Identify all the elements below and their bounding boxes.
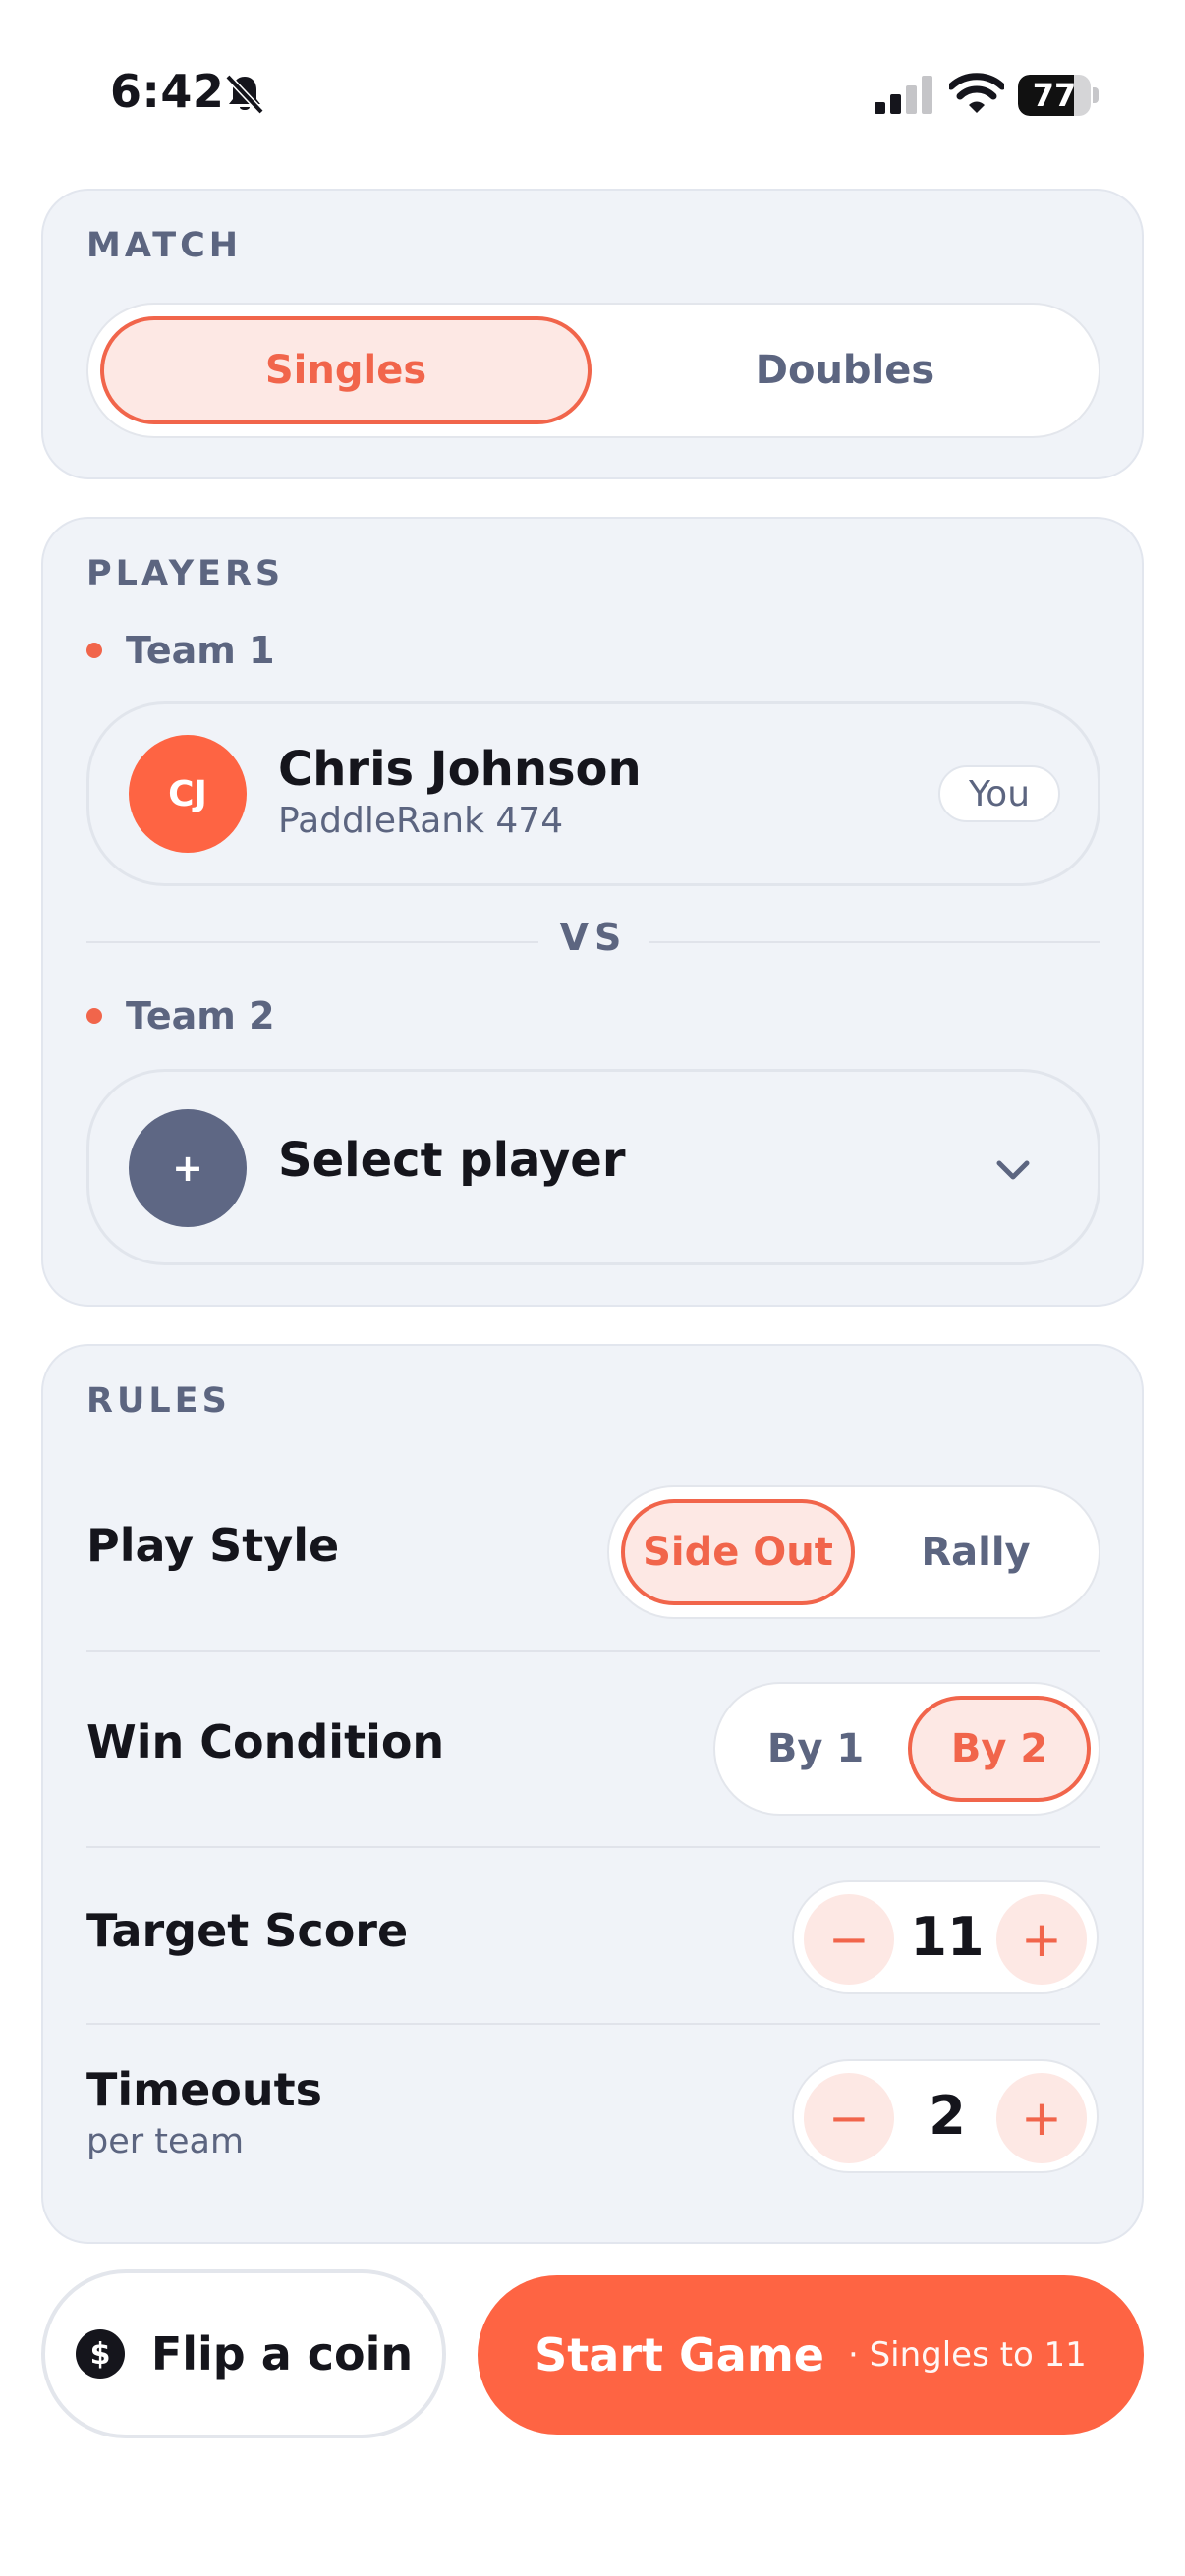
vs-label: VS [559,916,628,959]
match-section-label: MATCH [86,226,243,265]
play-style-toggle: Side Out Rally [607,1485,1100,1619]
avatar: CJ [129,735,247,853]
add-player-icon: + [129,1109,247,1227]
coin-icon: $ [75,2329,125,2379]
target-score-increment-button[interactable]: + [996,1894,1087,1985]
play-style-label: Play Style [86,1519,340,1572]
target-score-stepper: − 11 + [792,1880,1099,1994]
win-condition-label: Win Condition [86,1715,445,1768]
players-section-label: PLAYERS [86,554,285,593]
side-out-option[interactable]: Side Out [621,1499,855,1605]
by-1-option[interactable]: By 1 [725,1696,906,1802]
rules-divider [86,1650,1100,1652]
doubles-option[interactable]: Doubles [599,316,1091,424]
rules-card: RULES Play Style Side Out Rally Win Cond… [41,1344,1144,2244]
timeouts-label: Timeouts [86,2063,322,2116]
wifi-icon [949,73,1004,113]
bell-slash-icon [225,74,264,115]
chevron-down-icon [996,1160,1030,1180]
timeouts-value: 2 [929,2085,966,2147]
target-score-label: Target Score [86,1904,409,1957]
team1-label-text: Team 1 [126,629,275,672]
vs-divider: VS [86,916,1100,965]
timeouts-stepper: − 2 + [792,2059,1099,2173]
match-card: MATCH Singles Doubles [41,189,1144,479]
cellular-signal-icon [875,76,932,114]
singles-option[interactable]: Singles [100,316,592,424]
team2-label-text: Team 2 [126,994,275,1037]
select-player-dropdown[interactable]: + Select player [86,1069,1100,1265]
rally-option[interactable]: Rally [861,1499,1091,1605]
team1-player-row[interactable]: CJ Chris Johnson PaddleRank 474 You [86,701,1100,886]
status-bar: 6:42 77 [0,0,1185,187]
you-badge: You [938,765,1060,822]
start-game-label: Start Game [535,2328,824,2381]
flip-coin-label: Flip a coin [150,2327,414,2380]
timeouts-increment-button[interactable]: + [996,2073,1087,2163]
avatar-initials: CJ [168,773,207,814]
team2-label: Team 2 [86,994,275,1037]
team1-dot [86,643,102,658]
timeouts-decrement-button[interactable]: − [804,2073,894,2163]
target-score-decrement-button[interactable]: − [804,1894,894,1985]
start-game-button[interactable]: Start Game · Singles to 11 [478,2275,1144,2435]
player-rank: PaddleRank 474 [278,801,564,841]
win-condition-toggle: By 1 By 2 [713,1682,1100,1816]
status-time: 6:42 [110,65,225,118]
battery-level: 77 [1032,77,1077,114]
timeouts-sublabel: per team [86,2122,245,2161]
target-score-value: 11 [910,1906,985,1968]
battery-icon: 77 [1018,75,1099,116]
by-2-option[interactable]: By 2 [908,1696,1091,1802]
svg-text:$: $ [89,2337,110,2372]
team2-dot [86,1008,102,1024]
start-game-detail: · Singles to 11 [847,2335,1087,2375]
players-card: PLAYERS Team 1 CJ Chris Johnson PaddleRa… [41,517,1144,1307]
player-name: Chris Johnson [278,742,642,797]
match-type-toggle: Singles Doubles [86,303,1100,438]
select-player-label: Select player [278,1133,626,1188]
rules-section-label: RULES [86,1381,231,1421]
team1-label: Team 1 [86,629,275,672]
rules-divider [86,1846,1100,1848]
rules-divider [86,2023,1100,2025]
flip-coin-button[interactable]: $ Flip a coin [41,2269,446,2438]
